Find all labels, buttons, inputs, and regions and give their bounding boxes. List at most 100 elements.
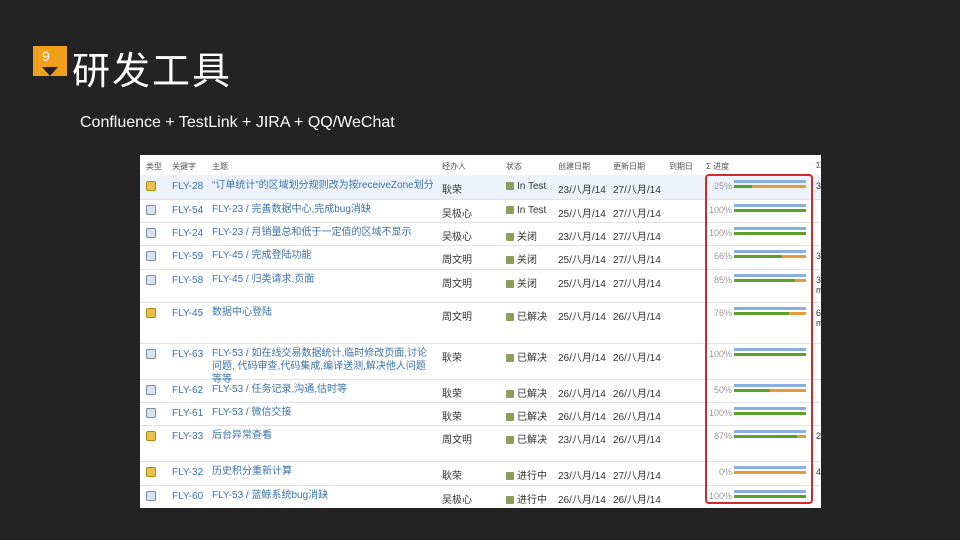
extra-value: 3 xyxy=(816,251,821,261)
assignee-name: 耿荣 xyxy=(442,471,462,482)
status-label: 已解决 xyxy=(517,389,547,400)
col-header-status[interactable]: 状态 xyxy=(506,161,522,172)
issue-summary-link[interactable]: FLY-23 / 月销量总和低于一定值的区域不显示 xyxy=(212,226,434,239)
created-date: 26/八月/14 xyxy=(558,389,606,400)
issue-summary-link[interactable]: FLY-23 / 完善数据中心,完成bug消缺 xyxy=(212,203,434,216)
updated-date: 26/八月/14 xyxy=(613,312,661,323)
status-label: 已解决 xyxy=(517,412,547,423)
col-header-type[interactable]: 类型 xyxy=(146,161,162,172)
issue-summary-link[interactable]: FLY-45 / 归类请求,页面 xyxy=(212,273,434,286)
status-label: 关闭 xyxy=(517,279,537,290)
status-cell: 关闭 xyxy=(506,228,537,243)
updated-date: 26/八月/14 xyxy=(613,353,661,364)
summary-text[interactable]: 蓝鲸系统bug消缺 xyxy=(251,490,328,501)
status-cell: 关闭 xyxy=(506,275,537,290)
status-cell: 已解决 xyxy=(506,408,547,423)
issue-key-link[interactable]: FLY-32 xyxy=(172,467,203,478)
assignee-name: 耿荣 xyxy=(442,389,462,400)
issue-summary-link[interactable]: FLY-45 / 完成登陆功能 xyxy=(212,249,434,262)
created-date: 25/八月/14 xyxy=(558,209,606,220)
summary-text[interactable]: 历史积分重新计算 xyxy=(212,466,292,477)
status-icon xyxy=(506,354,514,362)
status-cell: 已解决 xyxy=(506,385,547,400)
col-header-progress[interactable]: Σ 进度 xyxy=(706,161,729,172)
jira-issue-table-screenshot: 类型 关键字 主题 经办人 状态 创建日期 更新日期 到期日 Σ 进度 Σ FL… xyxy=(140,155,821,508)
status-label: 已解决 xyxy=(517,353,547,364)
status-icon xyxy=(506,280,514,288)
parent-issue-link[interactable]: FLY-45 / xyxy=(212,274,251,285)
assignee-name: 周文明 xyxy=(442,435,472,446)
parent-issue-link[interactable]: FLY-53 / xyxy=(212,384,251,395)
issue-key-link[interactable]: FLY-33 xyxy=(172,431,203,442)
issue-key-link[interactable]: FLY-28 xyxy=(172,181,203,192)
parent-issue-link[interactable]: FLY-23 / xyxy=(212,204,251,215)
status-cell: 关闭 xyxy=(506,251,537,266)
col-header-created[interactable]: 创建日期 xyxy=(558,161,590,172)
summary-text[interactable]: 归类请求,页面 xyxy=(251,274,314,285)
issue-type-task-icon xyxy=(146,205,156,215)
issue-summary-link[interactable]: FLY-53 / 任务记录,沟通,估时等 xyxy=(212,383,434,396)
issue-summary-link[interactable]: “订单统计”的区域划分规则改为按receiveZone划分 xyxy=(212,179,434,192)
summary-text[interactable]: 微信交接 xyxy=(251,407,291,418)
issue-summary-link[interactable]: 后台异常查看 xyxy=(212,429,434,442)
issue-summary-link[interactable]: 历史积分重新计算 xyxy=(212,465,434,478)
issue-key-link[interactable]: FLY-63 xyxy=(172,349,203,360)
updated-date: 26/八月/14 xyxy=(613,389,661,400)
col-header-updated[interactable]: 更新日期 xyxy=(613,161,645,172)
summary-text[interactable]: 数据中心登陆 xyxy=(212,307,272,318)
issue-summary-link[interactable]: 数据中心登陆 xyxy=(212,306,434,319)
assignee-name: 吴极心 xyxy=(442,209,472,220)
summary-text[interactable]: 完善数据中心,完成bug消缺 xyxy=(251,204,370,215)
extra-value: 4 xyxy=(816,467,821,477)
issue-type-task-icon xyxy=(146,408,156,418)
status-cell: 已解决 xyxy=(506,349,547,364)
parent-issue-link[interactable]: FLY-53 / xyxy=(212,348,251,359)
summary-text[interactable]: 月销量总和低于一定值的区域不显示 xyxy=(251,227,411,238)
status-label: 关闭 xyxy=(517,232,537,243)
issue-key-link[interactable]: FLY-60 xyxy=(172,491,203,502)
status-label: 进行中 xyxy=(517,471,547,482)
summary-text[interactable]: 任务记录,沟通,估时等 xyxy=(251,384,347,395)
parent-issue-link[interactable]: FLY-53 / xyxy=(212,490,251,501)
issue-key-link[interactable]: FLY-45 xyxy=(172,308,203,319)
status-icon xyxy=(506,496,514,504)
table-header: 类型 关键字 主题 经办人 状态 创建日期 更新日期 到期日 Σ 进度 Σ xyxy=(140,155,821,176)
parent-issue-link[interactable]: FLY-23 / xyxy=(212,227,251,238)
created-date: 23/八月/14 xyxy=(558,185,606,196)
issue-key-link[interactable]: FLY-58 xyxy=(172,275,203,286)
issue-summary-link[interactable]: FLY-53 / 微信交接 xyxy=(212,406,434,419)
col-header-extra[interactable]: Σ xyxy=(816,161,821,170)
issue-key-link[interactable]: FLY-54 xyxy=(172,205,203,216)
updated-date: 26/八月/14 xyxy=(613,435,661,446)
col-header-summary[interactable]: 主题 xyxy=(212,161,228,172)
parent-issue-link[interactable]: FLY-45 / xyxy=(212,250,251,261)
issue-key-link[interactable]: FLY-61 xyxy=(172,408,203,419)
extra-value: 3 xyxy=(816,181,821,191)
issue-type-task-icon xyxy=(146,251,156,261)
issue-type-bug-icon xyxy=(146,308,156,318)
summary-text[interactable]: “订单统计”的区域划分规则改为按receiveZone划分 xyxy=(212,180,434,191)
status-label: 已解决 xyxy=(517,435,547,446)
issue-key-link[interactable]: FLY-24 xyxy=(172,228,203,239)
parent-issue-link[interactable]: FLY-53 / xyxy=(212,407,251,418)
summary-text[interactable]: 后台异常查看 xyxy=(212,430,272,441)
status-label: 进行中 xyxy=(517,495,547,506)
status-cell: 已解决 xyxy=(506,308,547,323)
status-icon xyxy=(506,233,514,241)
summary-text[interactable]: 完成登陆功能 xyxy=(251,250,311,261)
col-header-due[interactable]: 到期日 xyxy=(669,161,693,172)
updated-date: 26/八月/14 xyxy=(613,495,661,506)
issue-type-bug-icon xyxy=(146,431,156,441)
col-header-assignee[interactable]: 经办人 xyxy=(442,161,466,172)
issue-key-link[interactable]: FLY-59 xyxy=(172,251,203,262)
status-cell: 已解决 xyxy=(506,431,547,446)
assignee-name: 吴极心 xyxy=(442,495,472,506)
issue-summary-link[interactable]: FLY-53 / 蓝鲸系统bug消缺 xyxy=(212,489,434,502)
issue-key-link[interactable]: FLY-62 xyxy=(172,385,203,396)
status-icon xyxy=(506,313,514,321)
assignee-name: 周文明 xyxy=(442,255,472,266)
slide-number-badge: 9 xyxy=(33,46,67,76)
col-header-key[interactable]: 关键字 xyxy=(172,161,196,172)
issue-type-bug-icon xyxy=(146,181,156,191)
issue-type-task-icon xyxy=(146,275,156,285)
